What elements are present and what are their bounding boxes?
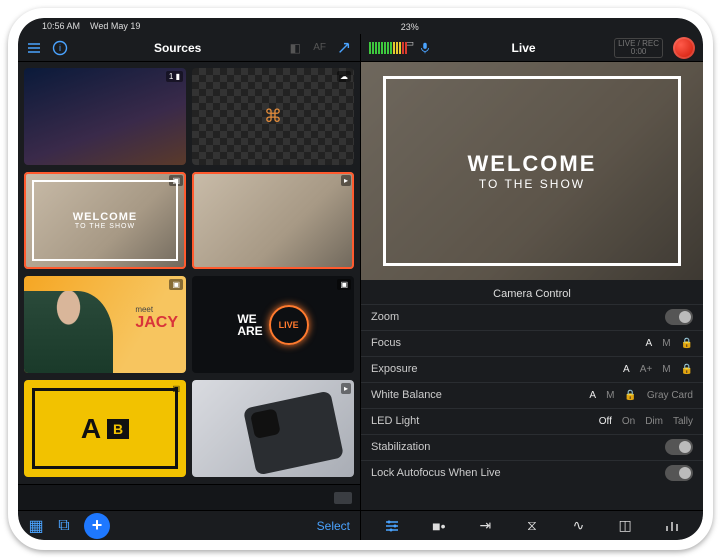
- control-lock-af[interactable]: Lock Autofocus When Live: [361, 460, 703, 486]
- play-badge-icon: ▸: [341, 383, 351, 394]
- right-topbar: Live LIVE / REC 0:00: [361, 34, 703, 62]
- camera-tab-icon[interactable]: ■•: [430, 517, 448, 535]
- status-date: Wed May 19: [90, 21, 140, 31]
- info-icon[interactable]: i: [52, 40, 68, 56]
- stats-icon[interactable]: [663, 517, 681, 535]
- control-stabilization[interactable]: Stabilization: [361, 434, 703, 460]
- thumb6-are: ARE: [237, 324, 262, 338]
- source-thumb-8[interactable]: ▸: [192, 380, 354, 477]
- image-badge-icon: ▣: [337, 279, 351, 290]
- sources-footer-strip: [18, 484, 360, 510]
- exposure-opt-aplus[interactable]: A+: [640, 364, 653, 375]
- focus-label: Focus: [371, 337, 646, 349]
- preview-line1: WELCOME: [468, 151, 597, 177]
- source-thumb-1[interactable]: 1 ▮: [24, 68, 186, 165]
- select-button[interactable]: Select: [317, 519, 350, 533]
- camera-controls: Zoom Focus A M 🔒 Exposure A A+: [361, 304, 703, 510]
- status-bar: 10:56 AM Wed May 19 ᯤ 23% ▭: [18, 18, 703, 34]
- thumb3-line2: TO THE SHOW: [75, 223, 135, 230]
- live-rec-time: 0:00: [618, 48, 659, 56]
- zoom-label: Zoom: [371, 311, 665, 323]
- exposure-opt-m[interactable]: M: [662, 364, 670, 375]
- add-source-button[interactable]: +: [84, 513, 110, 539]
- af-icon[interactable]: AF: [313, 42, 326, 53]
- thumb6-live: LIVE: [279, 320, 299, 330]
- layout-icon[interactable]: ⧉: [56, 518, 72, 534]
- focus-opt-m[interactable]: M: [662, 338, 670, 349]
- sources-grid: 1 ▮ ☁ ⌘ ▣ WELCOME TO THE SHOW ▸: [18, 62, 360, 484]
- lockaf-label: Lock Autofocus When Live: [371, 467, 665, 479]
- focus-opt-a[interactable]: A: [646, 338, 653, 349]
- wb-opt-a[interactable]: A: [589, 390, 596, 401]
- sliders-icon[interactable]: [383, 517, 401, 535]
- sources-title: Sources: [154, 41, 201, 55]
- link-icon: ⌘: [264, 106, 282, 127]
- zoom-toggle[interactable]: [665, 309, 693, 325]
- led-label: LED Light: [371, 415, 599, 427]
- content: i Sources ◧ AF 1 ▮ ☁ ⌘: [18, 34, 703, 540]
- overlay-icon[interactable]: ◫: [616, 517, 634, 535]
- placeholder-icon: [334, 492, 352, 504]
- status-time: 10:56 AM: [42, 21, 80, 31]
- svg-text:i: i: [59, 43, 61, 53]
- preview-line2: TO THE SHOW: [479, 177, 585, 191]
- wb-opt-gray[interactable]: Gray Card: [647, 390, 693, 401]
- audio-meter: [369, 42, 407, 54]
- led-opt-on[interactable]: On: [622, 416, 635, 427]
- lock-icon[interactable]: 🔒: [681, 364, 693, 375]
- lock-icon[interactable]: 🔒: [681, 338, 693, 349]
- source-thumb-7[interactable]: ▣ A B: [24, 380, 186, 477]
- status-left: 10:56 AM Wed May 19: [42, 21, 140, 31]
- play-badge-icon: ▸: [341, 175, 351, 186]
- exposure-label: Exposure: [371, 363, 623, 375]
- control-led[interactable]: LED Light Off On Dim Tally: [361, 408, 703, 434]
- right-panel: Live LIVE / REC 0:00 WELCOME TO THE SHOW…: [361, 34, 703, 540]
- left-topbar: i Sources ◧ AF: [18, 34, 360, 62]
- control-exposure[interactable]: Exposure A A+ M 🔒: [361, 356, 703, 382]
- left-panel: i Sources ◧ AF 1 ▮ ☁ ⌘: [18, 34, 361, 540]
- led-opt-tally[interactable]: Tally: [673, 416, 693, 427]
- output-icon[interactable]: ⇥: [476, 517, 494, 535]
- led-opt-off[interactable]: Off: [599, 416, 612, 427]
- mic-icon[interactable]: [417, 40, 433, 56]
- record-button[interactable]: [673, 37, 695, 59]
- menu-icon[interactable]: [26, 40, 42, 56]
- thumb5-meet: meet: [135, 305, 178, 314]
- control-zoom[interactable]: Zoom: [361, 304, 703, 330]
- live-rec-indicator: LIVE / REC 0:00: [614, 38, 663, 58]
- transition-icon[interactable]: ⧖: [523, 517, 541, 535]
- live-title: Live: [512, 41, 536, 55]
- source-thumb-4[interactable]: ▸: [192, 172, 354, 269]
- source-thumb-5[interactable]: ▣ meet JACY: [24, 276, 186, 373]
- grid-view-icon[interactable]: ▦: [28, 518, 44, 534]
- lock-af-toggle[interactable]: [665, 465, 693, 481]
- lock-icon[interactable]: 🔒: [624, 390, 636, 401]
- app-screen: 10:56 AM Wed May 19 ᯤ 23% ▭ i Sources: [18, 18, 703, 540]
- battery-label: 23%: [401, 22, 419, 32]
- camera-icon[interactable]: ◧: [287, 40, 303, 56]
- wb-label: White Balance: [371, 389, 589, 401]
- image-badge-icon: ▣: [169, 279, 183, 290]
- control-focus[interactable]: Focus A M 🔒: [361, 330, 703, 356]
- wb-opt-m[interactable]: M: [606, 390, 614, 401]
- led-opt-dim[interactable]: Dim: [645, 416, 663, 427]
- stab-label: Stabilization: [371, 441, 665, 453]
- control-white-balance[interactable]: White Balance A M 🔒 Gray Card: [361, 382, 703, 408]
- right-bottombar: ■• ⇥ ⧖ ∿ ◫: [361, 510, 703, 540]
- left-footer: ▦ ⧉ + Select: [18, 510, 360, 540]
- share-icon[interactable]: [336, 40, 352, 56]
- source-thumb-6[interactable]: ▣ WEARE LIVE: [192, 276, 354, 373]
- thumb5-name: JACY: [135, 314, 178, 332]
- live-preview[interactable]: WELCOME TO THE SHOW: [361, 62, 703, 280]
- stabilization-toggle[interactable]: [665, 439, 693, 455]
- thumb3-line1: WELCOME: [73, 211, 137, 223]
- ipad-frame: 10:56 AM Wed May 19 ᯤ 23% ▭ i Sources: [8, 8, 713, 550]
- source-thumb-3[interactable]: ▣ WELCOME TO THE SHOW: [24, 172, 186, 269]
- source-thumb-2[interactable]: ☁ ⌘: [192, 68, 354, 165]
- audio-wave-icon[interactable]: ∿: [570, 517, 588, 535]
- exposure-opt-a[interactable]: A: [623, 364, 630, 375]
- rec-badge-icon: 1 ▮: [166, 71, 183, 82]
- camera-control-title: Camera Control: [361, 280, 703, 304]
